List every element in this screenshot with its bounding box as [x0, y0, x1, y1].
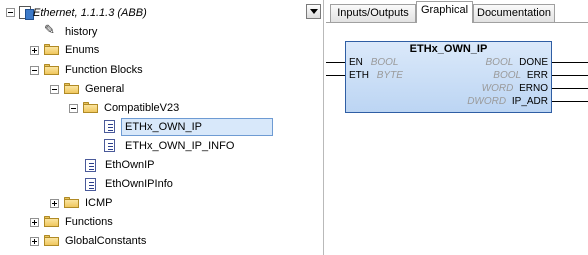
- tree-item-general[interactable]: General: [85, 82, 124, 97]
- pin-type: BOOL: [485, 57, 514, 68]
- tree-item-history[interactable]: history: [65, 25, 97, 40]
- output-pin-erno: WORD ERNO: [482, 83, 548, 95]
- pin-name: ERNO: [519, 83, 548, 94]
- input-pin-eth: ETH BYTE: [349, 70, 403, 82]
- pin-line: [326, 75, 345, 76]
- expand-toggle[interactable]: [30, 46, 39, 55]
- dropdown-button[interactable]: [306, 4, 321, 19]
- tab-bar: Inputs/Outputs Graphical Documentation: [326, 0, 588, 23]
- collapse-toggle[interactable]: [50, 85, 59, 94]
- function-block-icon: [104, 139, 115, 152]
- pin-type: BOOL: [493, 70, 522, 81]
- collapse-toggle[interactable]: [6, 8, 15, 17]
- function-block-icon: [104, 120, 115, 133]
- folder-open-icon: [64, 83, 79, 94]
- folder-icon: [44, 44, 59, 55]
- pin-name: EN: [349, 57, 363, 68]
- pin-name: DONE: [519, 57, 548, 68]
- pin-line: [552, 62, 588, 63]
- pin-line: [552, 88, 588, 89]
- folder-icon: [64, 197, 79, 208]
- tab-graphical[interactable]: Graphical: [416, 1, 473, 23]
- function-block-title: ETHx_OWN_IP: [409, 43, 488, 55]
- tree-item-function-blocks[interactable]: Function Blocks: [65, 63, 143, 78]
- tree-item-functions[interactable]: Functions: [65, 215, 113, 230]
- function-block-icon: [85, 178, 96, 191]
- pin-line: [552, 101, 588, 102]
- pin-type: BOOL: [370, 57, 399, 68]
- chevron-down-icon: [309, 9, 318, 14]
- pin-line: [326, 62, 345, 63]
- pin-type: WORD: [481, 83, 514, 94]
- library-root-icon: [19, 5, 34, 20]
- tab-documentation[interactable]: Documentation: [473, 4, 555, 22]
- library-tree-panel: Ethernet, 1.1.1.3 (ABB) ✎ history Enums …: [0, 0, 324, 255]
- tree-item-globalconstants[interactable]: GlobalConstants: [65, 234, 146, 249]
- folder-icon: [44, 216, 59, 227]
- tab-inputs-outputs[interactable]: Inputs/Outputs: [330, 4, 416, 22]
- pin-name: IP_ADR: [511, 96, 548, 107]
- function-block-diagram[interactable]: ETHx_OWN_IP EN BOOL ETH BYTE BOOL DONE B…: [345, 41, 552, 113]
- tree-root-label[interactable]: Ethernet, 1.1.1.3 (ABB): [33, 6, 147, 21]
- expand-toggle[interactable]: [30, 218, 39, 227]
- pin-type: DWORD: [467, 96, 507, 107]
- output-pin-err: BOOL ERR: [493, 70, 548, 82]
- expand-toggle[interactable]: [30, 237, 39, 246]
- folder-open-icon: [83, 102, 98, 113]
- folder-open-icon: [44, 64, 59, 75]
- tree-item-ethownip[interactable]: EthOwnIP: [105, 158, 155, 173]
- collapse-toggle[interactable]: [69, 104, 78, 113]
- pin-name: ERR: [526, 70, 548, 81]
- pin-name: ETH: [349, 70, 369, 81]
- folder-icon: [44, 235, 59, 246]
- tree-item-ethx-own-ip[interactable]: ETHx_OWN_IP: [121, 118, 273, 136]
- pin-line: [552, 75, 588, 76]
- tree-item-ethx-own-ip-info[interactable]: ETHx_OWN_IP_INFO: [125, 139, 234, 154]
- tree-item-icmp[interactable]: ICMP: [85, 196, 113, 211]
- history-icon: ✎: [44, 22, 55, 37]
- input-pin-en: EN BOOL: [349, 57, 398, 69]
- tree-item-compatiblev23[interactable]: CompatibleV23: [104, 101, 179, 116]
- tree-item-ethownipinfo[interactable]: EthOwnIPInfo: [105, 177, 173, 192]
- pin-type: BYTE: [376, 70, 403, 81]
- collapse-toggle[interactable]: [30, 66, 39, 75]
- tree-item-enums[interactable]: Enums: [65, 43, 99, 58]
- detail-panel: Inputs/Outputs Graphical Documentation E…: [326, 0, 588, 255]
- function-block-icon: [85, 159, 96, 172]
- output-pin-ip-adr: DWORD IP_ADR: [467, 96, 548, 108]
- output-pin-done: BOOL DONE: [486, 57, 548, 69]
- expand-toggle[interactable]: [50, 199, 59, 208]
